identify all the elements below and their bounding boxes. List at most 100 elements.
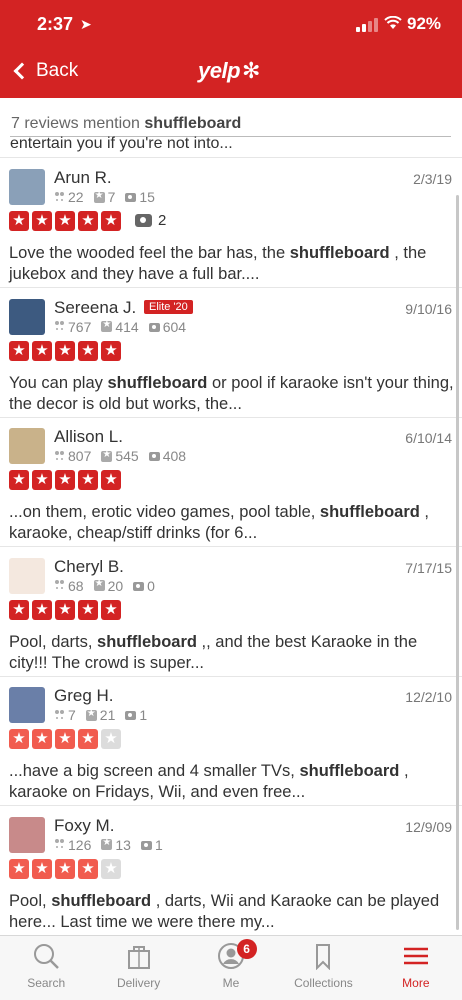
snippet-keyword: shuffleboard	[97, 632, 197, 651]
review-snippet[interactable]: Pool, shuffleboard , darts, Wii and Kara…	[9, 891, 455, 933]
photo-count-icon	[125, 711, 137, 720]
tab-label: Delivery	[116, 976, 161, 990]
avatar[interactable]	[9, 687, 45, 723]
avatar[interactable]	[9, 816, 45, 853]
tab-more[interactable]: More	[370, 936, 462, 1000]
avatar[interactable]	[9, 428, 45, 464]
friends-icon	[54, 191, 65, 203]
reviewer-name[interactable]: Allison L.	[54, 427, 123, 447]
review-card[interactable]: Foxy M.12/9/09126131★★★★★Pool, shufflebo…	[0, 807, 462, 936]
cellular-signal-icon	[356, 18, 378, 32]
reviewer-name[interactable]: Sereena J.	[54, 298, 136, 318]
snippet-text: Pool, darts,	[9, 632, 98, 651]
star-icon: ★	[55, 729, 75, 749]
reviewer-name[interactable]: Arun R.	[54, 168, 112, 188]
notification-badge: 6	[236, 939, 257, 959]
star-icon: ★	[78, 858, 98, 879]
star-icon: ★	[101, 858, 121, 879]
review-count-icon	[93, 190, 105, 203]
search-icon	[34, 944, 60, 969]
review-count: 545	[115, 448, 139, 464]
reviewer-stats: 68 20 0	[54, 578, 165, 594]
star-icon: ★	[9, 470, 29, 490]
tab-collections[interactable]: Collections	[277, 936, 369, 1000]
star-icon: ★	[55, 211, 75, 231]
review-photos[interactable]: 2	[135, 212, 166, 229]
photo-count: 408	[162, 448, 187, 464]
review-snippet[interactable]: ...on them, erotic video games, pool tab…	[9, 502, 455, 544]
avatar[interactable]	[9, 298, 45, 335]
mentions-prefix: 7 reviews mention	[11, 115, 140, 132]
star-icon: ★	[55, 470, 75, 490]
review-date: 6/10/14	[405, 430, 452, 446]
photo-count-icon	[133, 581, 145, 591]
review-count: 414	[115, 318, 139, 335]
friends-icon	[54, 580, 65, 591]
star-icon: ★	[78, 340, 98, 361]
reviewer-stats: 7 21 1	[54, 707, 157, 723]
tab-delivery[interactable]: Delivery	[92, 936, 184, 1000]
star-icon: ★	[78, 599, 98, 620]
status-bar: 2:37 ➤ 92%	[0, 0, 462, 48]
star-icon: ★	[9, 340, 29, 361]
wifi-icon	[384, 15, 402, 33]
scrollbar[interactable]	[456, 195, 459, 930]
battery-percent: 92%	[407, 14, 442, 33]
snippet-keyword: shuffleboard	[299, 762, 400, 780]
star-icon: ★	[9, 211, 29, 231]
review-snippet[interactable]: ...have a big screen and 4 smaller TVs, …	[9, 761, 455, 803]
review-count: 7	[107, 189, 116, 205]
friends-icon	[54, 321, 65, 332]
reviewer-stats: 22 7 15	[54, 189, 165, 205]
tab-me[interactable]: 6 Me	[185, 936, 277, 1000]
review-card[interactable]: Cheryl B.7/17/1568200★★★★★Pool, darts, s…	[0, 548, 462, 677]
tab-search[interactable]: Search	[0, 936, 92, 1000]
avatar[interactable]	[9, 557, 45, 594]
mentions-keyword: shuffleboard	[144, 115, 242, 132]
reviewer-name[interactable]: Foxy M.	[54, 816, 114, 836]
review-card[interactable]: Allison L.6/10/14807545408★★★★★...on the…	[0, 418, 462, 547]
star-icon: ★	[9, 729, 29, 749]
star-rating: ★ ★ ★ ★ ★	[9, 858, 124, 879]
app-header: 2:37 ➤ 92% Back yelp ✻	[0, 0, 462, 98]
photo-count: 0	[147, 577, 155, 594]
snippet-text: Love the wooded feel the bar has, the	[9, 244, 290, 262]
avatar[interactable]	[9, 169, 45, 205]
friends-icon	[54, 839, 65, 850]
review-date: 7/17/15	[405, 559, 452, 576]
review-photo-count: 2	[158, 212, 167, 229]
review-snippet[interactable]: You can play shuffleboard or pool if kar…	[9, 373, 455, 415]
reviewer-name[interactable]: Cheryl B.	[54, 557, 124, 577]
mentions-title: 7 reviews mention shuffleboard	[11, 115, 241, 133]
yelp-logo: yelp ✻	[198, 58, 260, 84]
delivery-bag-icon	[127, 946, 150, 969]
star-rating: ★ ★ ★ ★ ★	[9, 729, 124, 749]
friends-count: 7	[68, 707, 76, 723]
star-icon: ★	[101, 211, 121, 231]
star-icon: ★	[101, 340, 121, 361]
bookmark-icon	[316, 944, 331, 970]
review-count-icon	[101, 319, 113, 332]
reviewer-stats: 807 545 408	[54, 448, 196, 464]
logo-text: yelp	[198, 58, 241, 83]
photo-count: 604	[162, 318, 187, 335]
review-card[interactable]: Arun R.2/3/1922715★★★★★2Love the wooded …	[0, 159, 462, 288]
star-rating: ★ ★ ★ ★ ★	[9, 470, 124, 490]
review-count-icon	[85, 708, 97, 721]
reviewer-name[interactable]: Greg H.	[54, 686, 114, 706]
star-icon: ★	[32, 470, 52, 490]
review-count-icon	[101, 449, 113, 462]
star-icon: ★	[55, 599, 75, 620]
star-rating: ★ ★ ★ ★ ★	[9, 340, 124, 361]
review-card[interactable]: Sereena J.Elite '209/10/16767414604★★★★★…	[0, 289, 462, 418]
photo-count-icon	[148, 452, 160, 461]
back-button[interactable]: Back	[12, 60, 78, 82]
star-icon: ★	[32, 599, 52, 620]
snippet-text: You can play	[9, 373, 108, 392]
review-snippet[interactable]: Pool, darts, shuffleboard ,, and the bes…	[9, 632, 455, 674]
review-snippet[interactable]: Love the wooded feel the bar has, the sh…	[9, 243, 455, 285]
review-date: 2/3/19	[413, 171, 452, 187]
review-count-icon	[101, 837, 113, 850]
star-icon: ★	[9, 599, 29, 620]
review-card[interactable]: Greg H.12/2/107211★★★★★...have a big scr…	[0, 677, 462, 806]
